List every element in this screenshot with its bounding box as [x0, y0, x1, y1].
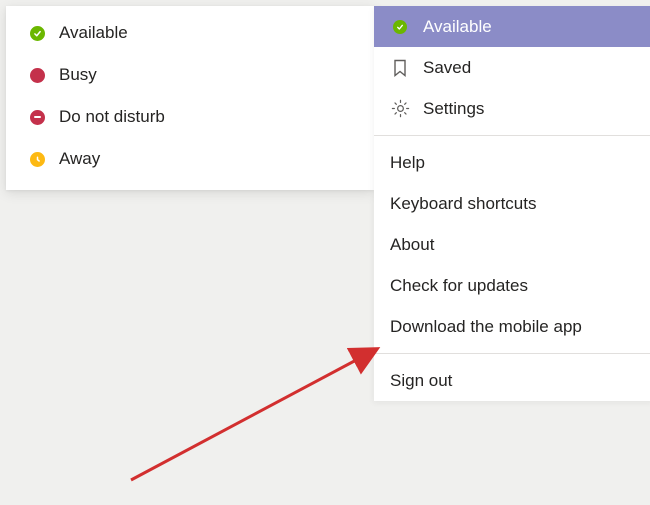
menu-item-label: Help: [390, 153, 425, 173]
gear-icon: [390, 99, 410, 119]
menu-status-available[interactable]: Available: [374, 6, 650, 47]
menu-help[interactable]: Help: [374, 142, 650, 183]
status-option-busy[interactable]: Busy: [6, 54, 374, 96]
status-option-label: Available: [59, 23, 128, 43]
menu-item-label: About: [390, 235, 434, 255]
menu-saved[interactable]: Saved: [374, 47, 650, 88]
status-option-label: Do not disturb: [59, 107, 165, 127]
bookmark-icon: [390, 58, 410, 78]
status-option-dnd[interactable]: Do not disturb: [6, 96, 374, 138]
menu-item-label: Settings: [423, 99, 484, 119]
menu-about[interactable]: About: [374, 224, 650, 265]
menu-keyboard-shortcuts[interactable]: Keyboard shortcuts: [374, 183, 650, 224]
divider: [374, 135, 650, 136]
busy-status-icon: [30, 68, 45, 83]
status-option-available[interactable]: Available: [6, 12, 374, 54]
profile-menu: Available Saved Settings Help Keyboard s…: [374, 6, 650, 401]
status-flyout: Available Busy Do not disturb Away: [6, 6, 374, 190]
menu-item-label: Saved: [423, 58, 471, 78]
menu-item-label: Sign out: [390, 371, 452, 391]
divider: [374, 353, 650, 354]
status-option-label: Away: [59, 149, 100, 169]
dnd-status-icon: [30, 110, 45, 125]
menu-item-label: Download the mobile app: [390, 317, 582, 337]
menu-check-for-updates[interactable]: Check for updates: [374, 265, 650, 306]
menu-item-label: Check for updates: [390, 276, 528, 296]
menu-sign-out[interactable]: Sign out: [374, 360, 650, 401]
menu-item-label: Keyboard shortcuts: [390, 194, 536, 214]
annotation-arrow-icon: [125, 330, 405, 490]
available-status-icon: [30, 26, 45, 41]
away-status-icon: [30, 152, 45, 167]
status-option-away[interactable]: Away: [6, 138, 374, 180]
menu-download-mobile-app[interactable]: Download the mobile app: [374, 306, 650, 347]
status-option-label: Busy: [59, 65, 97, 85]
menu-settings[interactable]: Settings: [374, 88, 650, 129]
menu-item-label: Available: [423, 17, 492, 37]
available-status-icon: [390, 17, 410, 37]
